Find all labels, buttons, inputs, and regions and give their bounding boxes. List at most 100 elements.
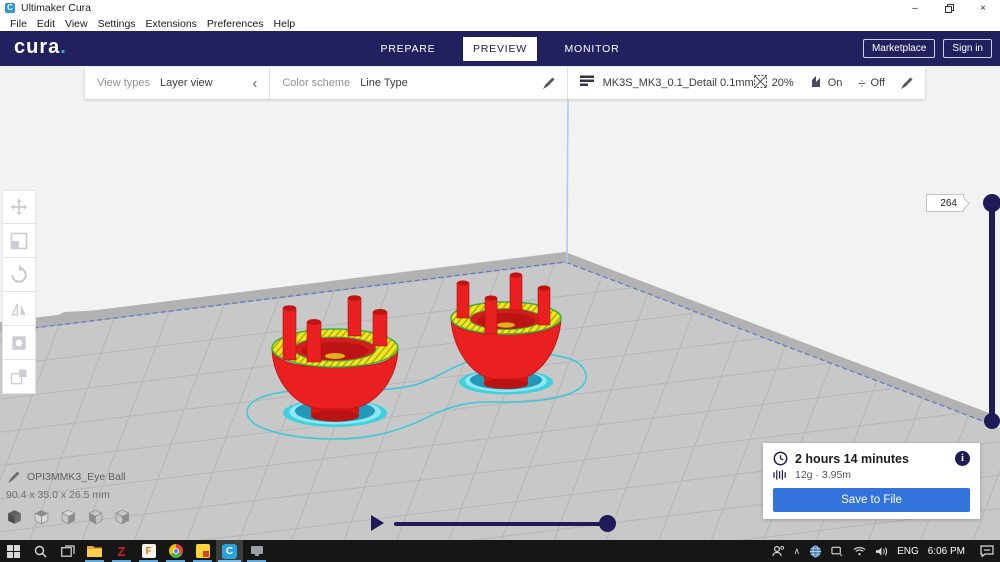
wifi-icon[interactable]	[853, 546, 866, 556]
menu-preferences[interactable]: Preferences	[202, 18, 269, 30]
rotate-tool-button[interactable]	[2, 258, 36, 292]
menu-extensions[interactable]: Extensions	[141, 18, 202, 30]
printer-profile-value: MK3S_MK3_0.1_Detail 0.1mm	[602, 77, 754, 89]
view-types-label: View types	[97, 77, 150, 89]
device-tray-icon[interactable]	[831, 546, 844, 557]
adhesion-value: Off	[870, 77, 885, 89]
play-icon[interactable]	[371, 515, 384, 531]
action-center-icon[interactable]	[980, 545, 994, 557]
people-icon[interactable]	[772, 545, 785, 557]
material-spool-icon	[773, 470, 786, 480]
infill-value: 20%	[771, 77, 794, 89]
cura-app-icon: C	[5, 3, 15, 13]
cura-taskbar-icon: C	[222, 543, 237, 559]
layer-slider-top-handle[interactable]	[983, 194, 1000, 212]
tab-preview[interactable]: PREVIEW	[463, 36, 537, 61]
yellow-app-icon	[195, 544, 210, 558]
chrome-icon	[168, 544, 183, 558]
close-icon[interactable]: ×	[966, 0, 1000, 16]
layer-number-label: 264	[926, 194, 964, 212]
timeline-track[interactable]	[394, 522, 608, 526]
mirror-tool-icon	[11, 303, 26, 315]
network-globe-icon[interactable]	[809, 545, 822, 558]
adhesion-setting: ÷ Off	[858, 76, 885, 91]
taskbar-chrome[interactable]	[162, 540, 189, 562]
mirror-tool-button[interactable]	[2, 292, 36, 326]
menu-view[interactable]: View	[60, 18, 93, 30]
task-view-button[interactable]	[54, 540, 81, 562]
f-app-icon: F	[141, 544, 156, 558]
windows-logo-icon	[7, 544, 20, 558]
view-front-icon	[34, 510, 49, 525]
view-right-button[interactable]	[114, 509, 131, 526]
view-3d-button[interactable]	[6, 509, 23, 526]
view-settings-bar: View types Layer view ‹ Color scheme Lin…	[85, 67, 925, 99]
viewport-3d[interactable]: View types Layer view ‹ Color scheme Lin…	[0, 66, 1000, 540]
taskbar-search-button[interactable]	[27, 540, 54, 562]
color-scheme-selector[interactable]: Color scheme Line Type	[270, 67, 566, 99]
print-summary-card: 2 hours 14 minutes i 12g · 3.95m Save to…	[763, 443, 980, 519]
rotate-tool-icon	[11, 264, 27, 283]
tab-monitor[interactable]: MONITOR	[555, 37, 629, 61]
minimize-icon[interactable]: –	[898, 0, 932, 16]
infill-setting: 20%	[753, 75, 794, 91]
sign-in-button[interactable]: Sign in	[943, 39, 992, 58]
move-tool-button[interactable]	[2, 190, 36, 224]
taskbar-z-app[interactable]: Z	[108, 540, 135, 562]
view-front-button[interactable]	[33, 509, 50, 526]
object-name[interactable]: OPI3MMK3_Eye Ball	[27, 471, 126, 483]
tab-prepare[interactable]: PREPARE	[371, 37, 445, 61]
print-settings-panel[interactable]: MK3S_MK3_0.1_Detail 0.1mm 20% On ÷ Off	[568, 67, 925, 99]
per-model-settings-button[interactable]	[2, 326, 36, 360]
chevron-left-icon[interactable]: ‹	[252, 76, 257, 91]
support-setting: On	[810, 75, 843, 91]
pencil-icon[interactable]	[901, 77, 913, 89]
z-app-icon: Z	[117, 543, 126, 559]
pencil-icon[interactable]	[8, 471, 20, 483]
info-icon[interactable]: i	[955, 451, 970, 466]
layer-slider-track[interactable]	[989, 203, 995, 421]
view-left-icon	[88, 509, 103, 525]
speaker-icon[interactable]	[875, 546, 888, 557]
per-model-settings-icon	[12, 335, 26, 350]
view-top-button[interactable]	[60, 509, 77, 526]
object-info: OPI3MMK3_Eye Ball	[8, 471, 126, 483]
taskbar-remote-app[interactable]	[243, 540, 270, 562]
cura-window: C Ultimaker Cura – × File Edit View Sett…	[0, 0, 1000, 562]
support-value: On	[827, 77, 843, 89]
tray-expand-icon[interactable]: ∧	[793, 546, 800, 557]
taskbar-yellow-app[interactable]	[189, 540, 216, 562]
menu-settings[interactable]: Settings	[93, 18, 141, 30]
support-blocker-button[interactable]	[2, 360, 36, 394]
search-icon	[34, 545, 47, 557]
pencil-icon[interactable]	[542, 77, 555, 89]
stage-tabs: PREPARE PREVIEW MONITOR	[0, 31, 1000, 66]
window-title: Ultimaker Cura	[21, 2, 92, 14]
system-tray: ∧ ENG 6:06 PM	[772, 545, 1000, 558]
scale-tool-icon	[10, 232, 28, 249]
view-types-selector[interactable]: View types Layer view ‹	[85, 67, 269, 99]
taskbar-cura[interactable]: C	[216, 540, 243, 562]
color-scheme-label: Color scheme	[282, 77, 351, 89]
infill-icon	[753, 75, 767, 91]
clock[interactable]: 6:06 PM	[928, 546, 965, 557]
language-indicator[interactable]: ENG	[897, 546, 919, 557]
scale-tool-button[interactable]	[2, 224, 36, 258]
start-button[interactable]	[0, 540, 27, 562]
taskbar-explorer[interactable]	[81, 540, 108, 562]
save-to-file-button[interactable]: Save to File	[773, 488, 970, 512]
title-bar: C Ultimaker Cura – ×	[0, 0, 1000, 16]
menu-file[interactable]: File	[5, 18, 32, 30]
adhesion-icon: ÷	[858, 75, 866, 91]
app-header: cura. PREPARE PREVIEW MONITOR Marketplac…	[0, 31, 1000, 66]
view-3d-icon	[8, 510, 21, 524]
material-usage: 12g · 3.95m	[795, 469, 852, 481]
menu-help[interactable]: Help	[269, 18, 301, 30]
view-left-button[interactable]	[87, 509, 104, 526]
marketplace-button[interactable]: Marketplace	[862, 39, 936, 58]
taskbar-f-app[interactable]: F	[135, 540, 162, 562]
menu-edit[interactable]: Edit	[32, 18, 60, 30]
layer-slider-bottom-handle[interactable]	[984, 413, 1000, 429]
timeline-handle[interactable]	[599, 515, 616, 532]
restore-icon[interactable]	[932, 0, 966, 16]
